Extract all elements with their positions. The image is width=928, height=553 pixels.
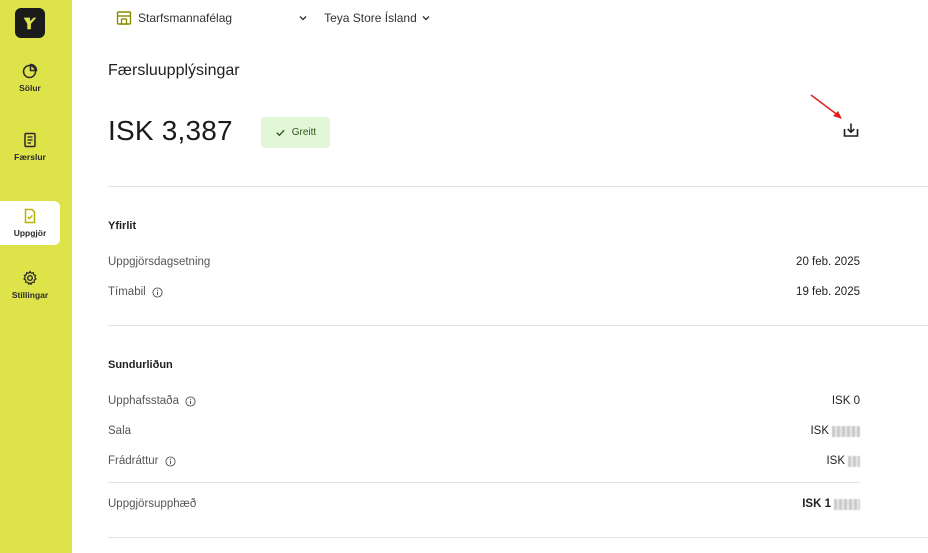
chevron-down-icon (422, 16, 430, 21)
sidebar-item-label: Stillingar (11, 290, 49, 300)
status-label: Greitt (291, 127, 317, 138)
divider (108, 537, 928, 538)
download-icon[interactable] (842, 121, 860, 139)
breakdown-section-title: Sundurliðun (108, 359, 173, 371)
topbar: Starfsmannafélag Teya Store Ísland (116, 9, 431, 27)
sidebar-item-settlements[interactable]: Uppgjör (0, 201, 60, 245)
info-icon[interactable] (152, 286, 163, 298)
gear-icon (23, 270, 37, 286)
sales-label: Sala (108, 425, 132, 437)
divider (108, 482, 860, 483)
opening-balance-label: Upphafsstaða (108, 395, 196, 407)
divider (108, 186, 928, 187)
chevron-down-icon (299, 16, 307, 21)
page-title: Færsluupplýsingar (108, 62, 240, 79)
status-badge: Greitt (261, 117, 330, 148)
settlement-total-label: Uppgjörsupphæð (108, 498, 197, 510)
sidebar-item-transactions[interactable]: Færslur (0, 125, 60, 169)
sidebar: Sölur Færslur Uppgjör Stillingar (0, 0, 72, 553)
redacted-value (832, 425, 860, 437)
check-icon (276, 129, 285, 137)
store-selector[interactable]: Teya Store Ísland (324, 11, 431, 25)
sidebar-item-settings[interactable]: Stillingar (0, 263, 60, 307)
store-icon (116, 11, 132, 25)
settlement-total-value: ISK 1 (802, 498, 860, 510)
annotation-arrow-icon (810, 94, 842, 119)
deductions-label: Frádráttur (108, 455, 176, 467)
sidebar-item-label: Uppgjör (13, 228, 47, 238)
settlement-date-label: Uppgjörsdagsetning (108, 256, 211, 268)
merchant-name: Starfsmannafélag (138, 11, 233, 25)
redacted-value (848, 455, 860, 467)
sidebar-item-sales[interactable]: Sölur (0, 56, 60, 100)
settlement-amount: ISK 3,387 (108, 115, 233, 146)
store-name: Teya Store Ísland (324, 11, 417, 25)
divider (108, 325, 928, 326)
deductions-value: ISK (826, 455, 860, 467)
teya-logo[interactable] (15, 8, 45, 38)
pie-chart-icon (22, 63, 38, 79)
redacted-value (834, 498, 860, 510)
receipt-icon (24, 132, 36, 148)
sales-value: ISK (810, 425, 860, 437)
sidebar-item-label: Sölur (19, 83, 41, 93)
settlement-doc-icon (24, 208, 36, 224)
info-icon[interactable] (185, 395, 196, 407)
info-icon[interactable] (164, 455, 176, 467)
period-label: Tímabil (108, 286, 163, 298)
merchant-selector[interactable]: Starfsmannafélag (116, 10, 308, 26)
period-value: 19 feb. 2025 (796, 286, 860, 298)
opening-balance-value: ISK 0 (831, 395, 860, 407)
teya-logo-icon (23, 17, 37, 30)
overview-section-title: Yfirlit (108, 220, 137, 232)
sidebar-item-label: Færslur (14, 152, 46, 162)
settlement-date-value: 20 feb. 2025 (796, 256, 860, 268)
